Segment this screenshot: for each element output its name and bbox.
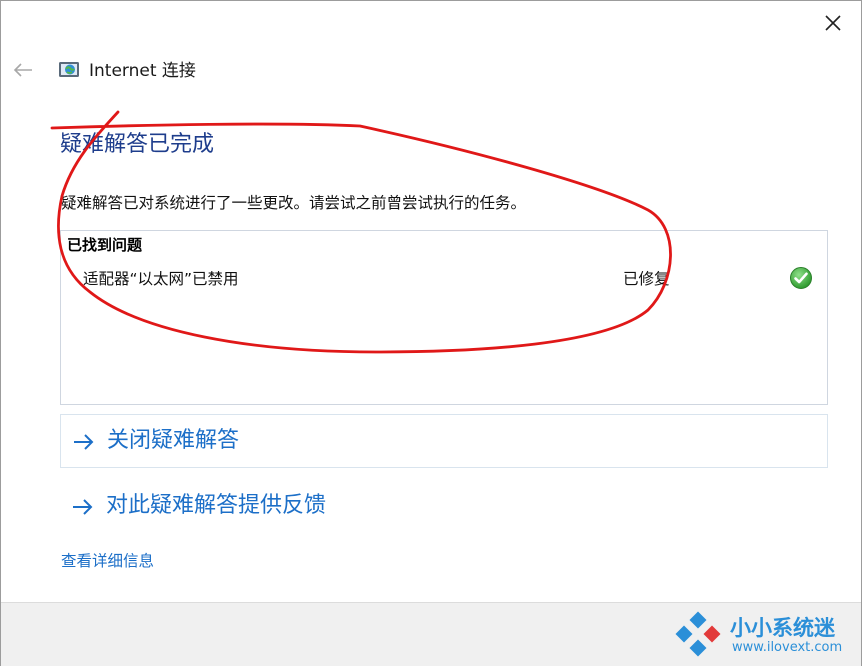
problem-row: 适配器“以太网”已禁用 已修复	[81, 265, 821, 291]
problem-description: 适配器“以太网”已禁用	[83, 270, 239, 288]
problem-status: 已修复	[623, 270, 670, 288]
close-button[interactable]	[820, 10, 846, 36]
provide-feedback-button[interactable]: 对此疑难解答提供反馈	[60, 480, 828, 534]
close-troubleshooter-button[interactable]: 关闭疑难解答	[60, 414, 828, 468]
back-button[interactable]	[10, 58, 36, 82]
network-troubleshooter-icon	[58, 60, 80, 80]
page-description: 疑难解答已对系统进行了一些更改。请尝试之前曾尝试执行的任务。	[61, 194, 527, 212]
back-arrow-icon	[13, 63, 32, 77]
watermark-title: 小小系统迷	[730, 616, 835, 640]
site-watermark: 小小系统迷 www.ilovext.com	[672, 606, 860, 662]
watermark-logo-icon	[675, 611, 721, 657]
problems-found-title: 已找到问题	[67, 236, 143, 254]
arrow-right-icon	[73, 499, 93, 515]
check-icon	[790, 267, 812, 289]
provide-feedback-label: 对此疑难解答提供反馈	[106, 493, 327, 518]
window-title: Internet 连接	[89, 61, 196, 81]
close-icon	[825, 15, 841, 31]
page-heading: 疑难解答已完成	[60, 132, 215, 157]
watermark-url: www.ilovext.com	[732, 640, 843, 655]
close-troubleshooter-label: 关闭疑难解答	[107, 428, 240, 453]
problems-found-panel: 已找到问题 适配器“以太网”已禁用 已修复	[60, 230, 828, 405]
view-details-link[interactable]: 查看详细信息	[61, 550, 154, 572]
arrow-right-icon	[74, 434, 94, 450]
